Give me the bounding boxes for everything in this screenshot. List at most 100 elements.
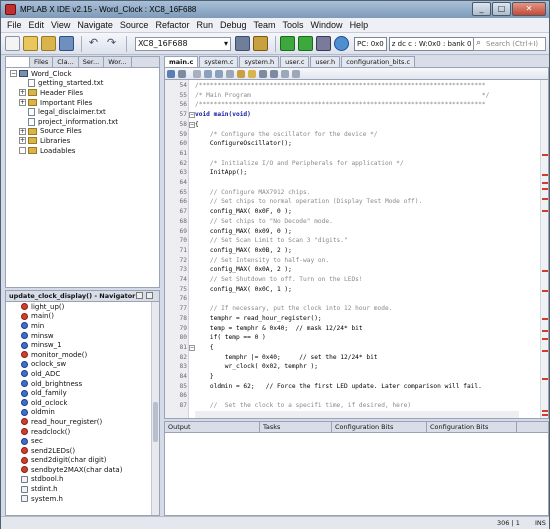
toggle-highlight-icon[interactable] [248,69,256,78]
save-all-icon[interactable] [59,36,74,51]
expand-toggle-icon[interactable]: + [19,137,26,145]
error-mark[interactable] [542,198,548,200]
navigator-scrollbar[interactable] [151,302,159,515]
output-tab-0[interactable]: Output [165,422,260,432]
clean-build-icon[interactable] [253,36,268,51]
tab-ser[interactable]: Ser... [79,57,105,67]
menu-window[interactable]: Window [311,20,343,30]
navigator-item[interactable]: send2digit(char digit) [6,456,159,466]
menu-navigate[interactable]: Navigate [77,20,113,30]
project-tree-item[interactable]: + Important Files [6,98,159,108]
editor-tab-system-c[interactable]: system.c [199,56,239,67]
redo-icon[interactable]: ↷ [104,36,119,51]
navigator-item[interactable]: light_up() [6,302,159,312]
forward-icon[interactable] [215,69,223,78]
maximize-button[interactable]: □ [492,2,511,16]
error-mark[interactable] [542,350,548,352]
error-mark[interactable] [542,174,548,176]
error-mark[interactable] [542,154,548,156]
expand-toggle-icon[interactable]: + [19,99,26,107]
error-mark[interactable] [542,330,548,332]
tab-files[interactable]: Files [30,57,54,67]
code-editor[interactable]: 54 55 56 57 58 59 60 61 62 63 64 65 66 67 68 69 70 71 72 73… [164,79,549,419]
error-mark[interactable] [542,290,548,292]
editor-tab-main-c[interactable]: main.c [164,56,199,67]
expand-toggle-icon[interactable] [19,147,26,155]
close-pane-icon[interactable] [146,292,153,299]
uncomment-icon[interactable] [292,69,300,78]
menu-refactor[interactable]: Refactor [155,20,189,30]
shift-left-icon[interactable] [259,69,267,78]
project-tree-item[interactable]: + Header Files [6,88,159,98]
menu-view[interactable]: View [51,20,70,30]
minimize-pane-icon[interactable] [136,292,143,299]
expand-toggle-icon[interactable]: + [19,89,26,97]
open-project-icon[interactable] [41,36,56,51]
error-mark[interactable] [542,414,548,416]
navigator-item[interactable]: oldmin [6,408,159,418]
bookmark-icon[interactable] [237,69,245,78]
error-mark[interactable] [542,410,548,412]
error-mark[interactable] [542,182,548,184]
navigator-item[interactable]: sendbyte2MAX(char data) [6,465,159,475]
editor-tab-user-c[interactable]: user.c [280,56,310,67]
expand-toggle-icon[interactable]: − [10,70,17,78]
menu-source[interactable]: Source [120,20,149,30]
editor-tab-configuration-bits-c[interactable]: configuration_bits.c [341,56,416,67]
navigator-item[interactable]: minsw [6,331,159,341]
comment-icon[interactable] [281,69,289,78]
project-tree-item[interactable]: + Libraries [6,136,159,146]
refresh-icon[interactable] [334,36,349,51]
source-view-icon[interactable] [167,69,175,78]
navigator-item[interactable]: system.h [6,494,159,504]
editor-tab-system-h[interactable]: system.h [239,56,280,67]
new-file-icon[interactable] [5,36,20,51]
navigator-item[interactable]: sec [6,436,159,446]
back-icon[interactable] [204,69,212,78]
project-tree-item[interactable]: − Word_Clock [6,69,159,79]
program-device-icon[interactable] [316,36,331,51]
project-tree-item[interactable]: + Source Files [6,127,159,137]
menu-debug[interactable]: Debug [220,20,247,30]
close-button[interactable]: ✕ [512,2,546,16]
error-mark[interactable] [542,210,548,212]
error-mark[interactable] [542,378,548,380]
project-tree-item[interactable]: getting_started.txt [6,79,159,89]
menu-team[interactable]: Team [254,20,276,30]
navigator-item[interactable]: monitor_mode() [6,350,159,360]
navigator-item[interactable]: old_brightness [6,379,159,389]
error-mark[interactable] [542,318,548,320]
shift-right-icon[interactable] [270,69,278,78]
navigator-item[interactable]: read_hour_register() [6,417,159,427]
project-tree-item[interactable]: project_information.txt [6,117,159,127]
editor-tab-user-h[interactable]: user.h [310,56,341,67]
output-tab-3[interactable]: Configuration Bits [427,422,517,432]
menu-file[interactable]: File [7,20,22,30]
error-mark[interactable] [542,188,548,190]
navigator-item[interactable]: oclock_sw [6,360,159,370]
menu-run[interactable]: Run [196,20,213,30]
navigator-item[interactable]: old_family [6,388,159,398]
find-icon[interactable] [226,69,234,78]
undo-icon[interactable]: ↶ [86,36,101,51]
tab-cla[interactable]: Cla... [53,57,79,67]
navigator-item[interactable]: readclock() [6,427,159,437]
expand-toggle-icon[interactable]: + [19,127,26,135]
configuration-select[interactable]: XC8_16F688 [135,36,231,51]
tab-wor[interactable]: Wor... [104,57,132,67]
project-tree-item[interactable]: legal_disclaimer.txt [6,107,159,117]
run-project-icon[interactable] [280,36,295,51]
navigator-item[interactable]: stdint.h [6,484,159,494]
debug-project-icon[interactable] [298,36,313,51]
minimize-button[interactable]: _ [472,2,491,16]
navigator-item[interactable]: stdbool.h [6,475,159,485]
menu-help[interactable]: Help [350,20,369,30]
navigator-item[interactable]: old_ADC [6,369,159,379]
build-icon[interactable] [235,36,250,51]
navigator-item[interactable]: minsw_1 [6,340,159,350]
new-project-icon[interactable] [23,36,38,51]
navigator-item[interactable]: old_oclock [6,398,159,408]
output-tab-2[interactable]: Configuration Bits [332,422,427,432]
search-input[interactable]: Search (Ctrl+I) [473,37,546,51]
menu-edit[interactable]: Edit [29,20,45,30]
